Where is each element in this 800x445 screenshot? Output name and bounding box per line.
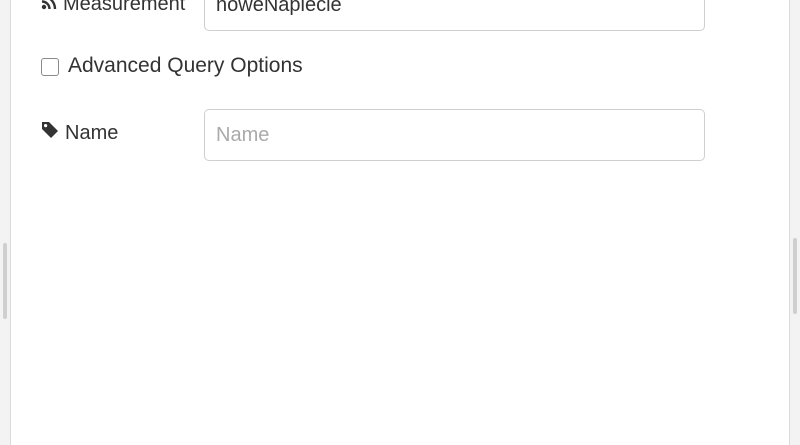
advanced-query-options-checkbox[interactable]	[41, 58, 59, 76]
left-resize-handle[interactable]	[3, 243, 7, 319]
advanced-query-options-label: Advanced Query Options	[68, 54, 303, 77]
right-resize-handle[interactable]	[793, 238, 797, 314]
measurement-label: Measurement	[41, 0, 185, 16]
name-input[interactable]	[204, 109, 705, 161]
name-label: Name	[41, 121, 118, 145]
measurement-input[interactable]	[204, 0, 705, 31]
rss-icon	[41, 0, 63, 16]
tag-icon	[41, 121, 65, 145]
name-label-text: Name	[65, 121, 119, 144]
measurement-label-text: Measurement	[63, 0, 186, 15]
